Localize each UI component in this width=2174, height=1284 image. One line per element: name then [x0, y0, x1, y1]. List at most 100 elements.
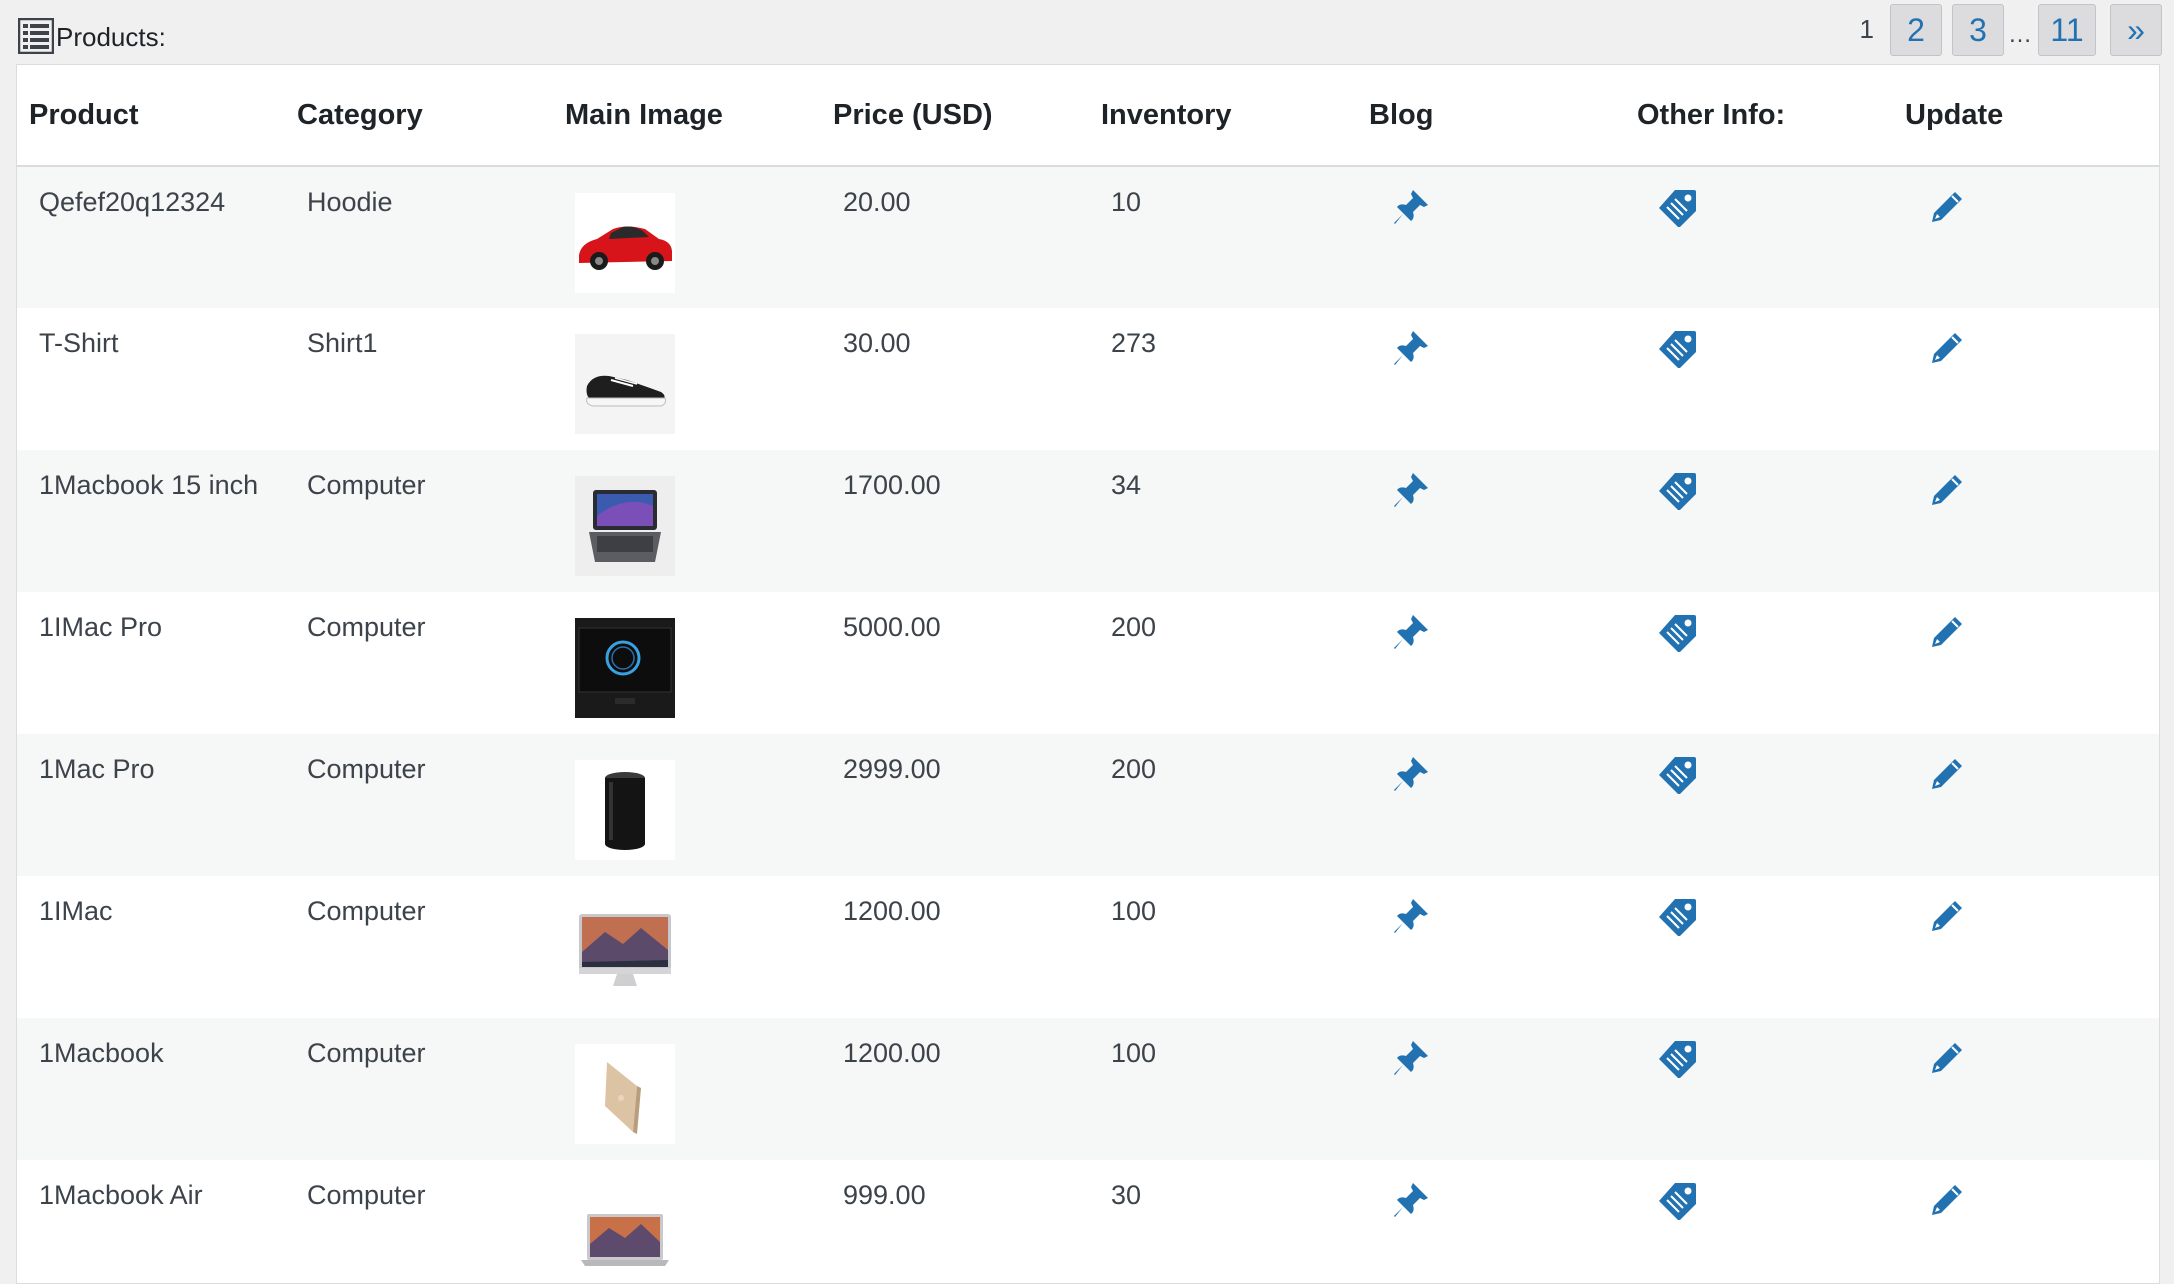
- product-price: 1200.00: [843, 896, 941, 926]
- other-info-cell: [1625, 1018, 1893, 1160]
- list-icon: [17, 17, 55, 55]
- main-image-cell: [553, 592, 821, 734]
- page-2-button[interactable]: 2: [1890, 4, 1942, 56]
- update-cell: [1893, 734, 2159, 876]
- pencil-icon[interactable]: [1927, 470, 1967, 510]
- table-row: 1Mac Pro Computer 2999.00 200: [17, 734, 2159, 876]
- table-header-row: Product Category Main Image Price (USD) …: [17, 65, 2159, 167]
- product-image-imac-pro-dark: [575, 618, 675, 718]
- table-row: T-Shirt Shirt1 30.00 273: [17, 308, 2159, 450]
- blog-cell: [1357, 876, 1625, 1018]
- product-image-laptop-dark: [575, 476, 675, 576]
- pin-icon[interactable]: [1391, 1180, 1431, 1220]
- product-inventory: 200: [1111, 612, 1157, 642]
- tag-icon[interactable]: [1659, 1038, 1699, 1078]
- other-info-cell: [1625, 1160, 1893, 1283]
- product-image-mac-pro-cylinder: [575, 760, 675, 860]
- product-image-imac-mountain: [575, 902, 675, 1002]
- page-title: Products:: [56, 21, 166, 52]
- blog-cell: [1357, 1018, 1625, 1160]
- product-category: Computer: [307, 1038, 426, 1068]
- product-price: 2999.00: [843, 754, 941, 784]
- blog-cell: [1357, 450, 1625, 592]
- main-image-cell: [553, 166, 821, 308]
- main-image-cell: [553, 308, 821, 450]
- other-info-cell: [1625, 734, 1893, 876]
- column-header-category[interactable]: Category: [285, 65, 553, 167]
- current-page: 1: [1859, 13, 1874, 44]
- column-header-blog: Blog: [1357, 65, 1625, 167]
- next-page-button[interactable]: »: [2110, 4, 2162, 56]
- pencil-icon[interactable]: [1927, 896, 1967, 936]
- tag-icon[interactable]: [1659, 1180, 1699, 1220]
- main-image-cell: [553, 450, 821, 592]
- blog-cell: [1357, 592, 1625, 734]
- pin-icon[interactable]: [1391, 187, 1431, 227]
- pencil-icon[interactable]: [1927, 754, 1967, 794]
- blog-cell: [1357, 1160, 1625, 1283]
- page-3-button[interactable]: 3: [1952, 4, 2004, 56]
- table-row: Qefef20q12324 Hoodie 20.00 10: [17, 166, 2159, 308]
- update-cell: [1893, 592, 2159, 734]
- tag-icon[interactable]: [1659, 896, 1699, 936]
- products-header: Products:: [17, 17, 166, 55]
- update-cell: [1893, 1160, 2159, 1283]
- blog-cell: [1357, 308, 1625, 450]
- product-category: Shirt1: [307, 328, 378, 358]
- product-inventory: 10: [1111, 187, 1142, 217]
- product-name: T-Shirt: [39, 328, 119, 358]
- column-header-other-info: Other Info:: [1625, 65, 1893, 167]
- tag-icon[interactable]: [1659, 754, 1699, 794]
- column-header-price[interactable]: Price (USD): [821, 65, 1089, 167]
- product-image-sneaker: [575, 334, 675, 434]
- pin-icon[interactable]: [1391, 470, 1431, 510]
- column-header-inventory[interactable]: Inventory: [1089, 65, 1357, 167]
- other-info-cell: [1625, 876, 1893, 1018]
- product-image-macbook-air-mountain: [575, 1186, 675, 1283]
- product-inventory: 30: [1111, 1180, 1142, 1210]
- tag-icon[interactable]: [1659, 328, 1699, 368]
- pin-icon[interactable]: [1391, 328, 1431, 368]
- product-price: 5000.00: [843, 612, 941, 642]
- product-inventory: 200: [1111, 754, 1157, 784]
- pin-icon[interactable]: [1391, 896, 1431, 936]
- pin-icon[interactable]: [1391, 612, 1431, 652]
- product-name: 1IMac: [39, 896, 113, 926]
- pencil-icon[interactable]: [1927, 187, 1967, 227]
- other-info-cell: [1625, 592, 1893, 734]
- product-price: 1700.00: [843, 470, 941, 500]
- product-name: 1IMac Pro: [39, 612, 163, 642]
- pin-icon[interactable]: [1391, 754, 1431, 794]
- product-price: 1200.00: [843, 1038, 941, 1068]
- main-image-cell: [553, 876, 821, 1018]
- tag-icon[interactable]: [1659, 612, 1699, 652]
- pencil-icon[interactable]: [1927, 1038, 1967, 1078]
- other-info-cell: [1625, 166, 1893, 308]
- product-category: Hoodie: [307, 187, 393, 217]
- product-name: 1Macbook 15 inch: [39, 470, 259, 500]
- update-cell: [1893, 308, 2159, 450]
- product-inventory: 34: [1111, 470, 1142, 500]
- page-11-button[interactable]: 11: [2038, 4, 2096, 56]
- pin-icon[interactable]: [1391, 1038, 1431, 1078]
- product-image-macbook-gold: [575, 1044, 675, 1144]
- product-category: Computer: [307, 896, 426, 926]
- column-header-update: Update: [1893, 65, 2159, 167]
- products-table: Product Category Main Image Price (USD) …: [17, 65, 2159, 1283]
- blog-cell: [1357, 734, 1625, 876]
- pencil-icon[interactable]: [1927, 328, 1967, 368]
- main-image-cell: [553, 1018, 821, 1160]
- pagination: 1 2 3 … 11 »: [1860, 0, 2162, 60]
- update-cell: [1893, 166, 2159, 308]
- blog-cell: [1357, 166, 1625, 308]
- pencil-icon[interactable]: [1927, 1180, 1967, 1220]
- top-bar: Products: 1 2 3 … 11 »: [0, 0, 2174, 64]
- update-cell: [1893, 1018, 2159, 1160]
- product-inventory: 100: [1111, 1038, 1157, 1068]
- tag-icon[interactable]: [1659, 187, 1699, 227]
- column-header-product[interactable]: Product: [17, 65, 285, 167]
- table-row: 1Macbook 15 inch Computer 1700.00 34: [17, 450, 2159, 592]
- tag-icon[interactable]: [1659, 470, 1699, 510]
- update-cell: [1893, 450, 2159, 592]
- pencil-icon[interactable]: [1927, 612, 1967, 652]
